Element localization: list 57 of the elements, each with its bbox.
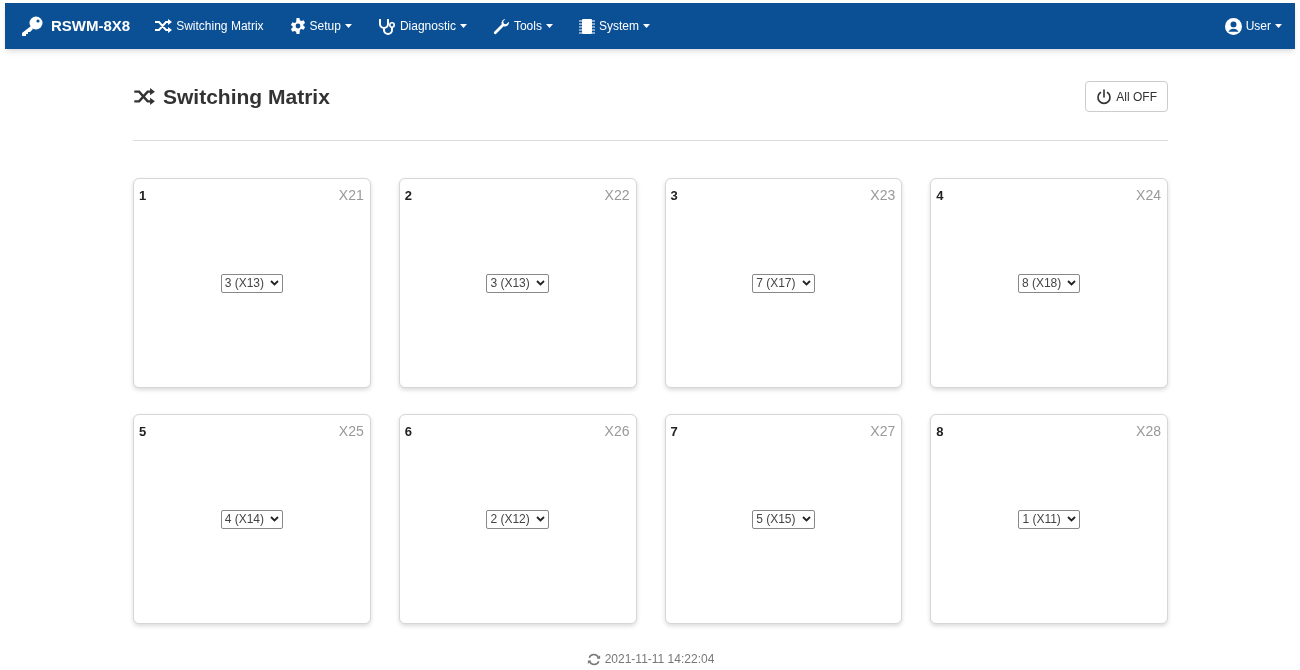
chevron-down-icon: [1066, 516, 1076, 522]
input-select[interactable]: 2 (X12): [486, 509, 549, 529]
stethoscope-icon: [377, 17, 396, 35]
connector-label: X21: [338, 186, 364, 205]
connector-label: X24: [1136, 186, 1161, 205]
output-number: 1: [139, 187, 147, 205]
connector-label: X27: [870, 422, 896, 441]
chevron-down-icon: [801, 280, 811, 286]
input-select[interactable]: 3 (X13): [486, 273, 549, 293]
caret-icon: [642, 24, 650, 28]
output-number: 7: [670, 423, 678, 441]
output-number: 6: [404, 423, 412, 441]
caret-icon: [459, 24, 467, 28]
input-select[interactable]: 3 (X13): [220, 273, 284, 293]
output-number: 2: [404, 187, 412, 205]
chip-icon: [578, 17, 595, 35]
key-icon: [21, 16, 43, 36]
output-number: 8: [936, 423, 944, 441]
input-select[interactable]: 4 (X14): [220, 509, 284, 529]
brand-link[interactable]: RSWM-8X8: [21, 14, 131, 38]
caret-icon: [545, 24, 553, 28]
all-off-button[interactable]: All OFF: [1085, 81, 1168, 112]
caret-icon: [1275, 24, 1282, 28]
input-select[interactable]: 8 (X18): [1017, 273, 1081, 293]
chevron-down-icon: [535, 280, 545, 286]
user-icon: [1224, 17, 1242, 35]
output-number: 4: [936, 187, 944, 205]
shuffle-icon: [154, 19, 173, 33]
last-update-timestamp: 2021-11-11 14:22:04: [604, 651, 715, 668]
connector-label: X23: [870, 186, 896, 205]
input-select[interactable]: 5 (X15): [752, 509, 815, 529]
connector-label: X22: [604, 186, 630, 205]
chevron-down-icon: [535, 516, 545, 522]
connector-label: X25: [338, 422, 364, 441]
nav-menu-item[interactable]: System: [578, 17, 650, 35]
nav-menu-item[interactable]: Diagnostic: [377, 17, 467, 35]
power-icon: [1096, 88, 1113, 105]
page-title: Switching Matrix: [163, 83, 330, 110]
input-select[interactable]: 1 (X11): [1018, 509, 1080, 529]
user-menu[interactable]: User: [1224, 17, 1282, 35]
input-select[interactable]: 7 (X17): [752, 273, 815, 293]
gear-icon: [289, 18, 306, 34]
chevron-down-icon: [270, 516, 280, 522]
chevron-down-icon: [801, 516, 811, 522]
chevron-down-icon: [1067, 280, 1077, 286]
refresh-icon: [586, 652, 601, 666]
nav-menu-item[interactable]: Tools: [492, 17, 553, 35]
wrench-icon: [492, 17, 510, 35]
output-number: 3: [670, 187, 678, 205]
connector-label: X26: [604, 422, 630, 441]
shuffle-icon: [133, 88, 155, 105]
output-number: 5: [139, 423, 147, 441]
nav-menu-item[interactable]: Setup: [289, 17, 352, 35]
caret-icon: [344, 24, 352, 28]
chevron-down-icon: [270, 280, 280, 286]
connector-label: X28: [1136, 422, 1161, 441]
nav-menu-item[interactable]: Switching Matrix: [154, 17, 264, 35]
